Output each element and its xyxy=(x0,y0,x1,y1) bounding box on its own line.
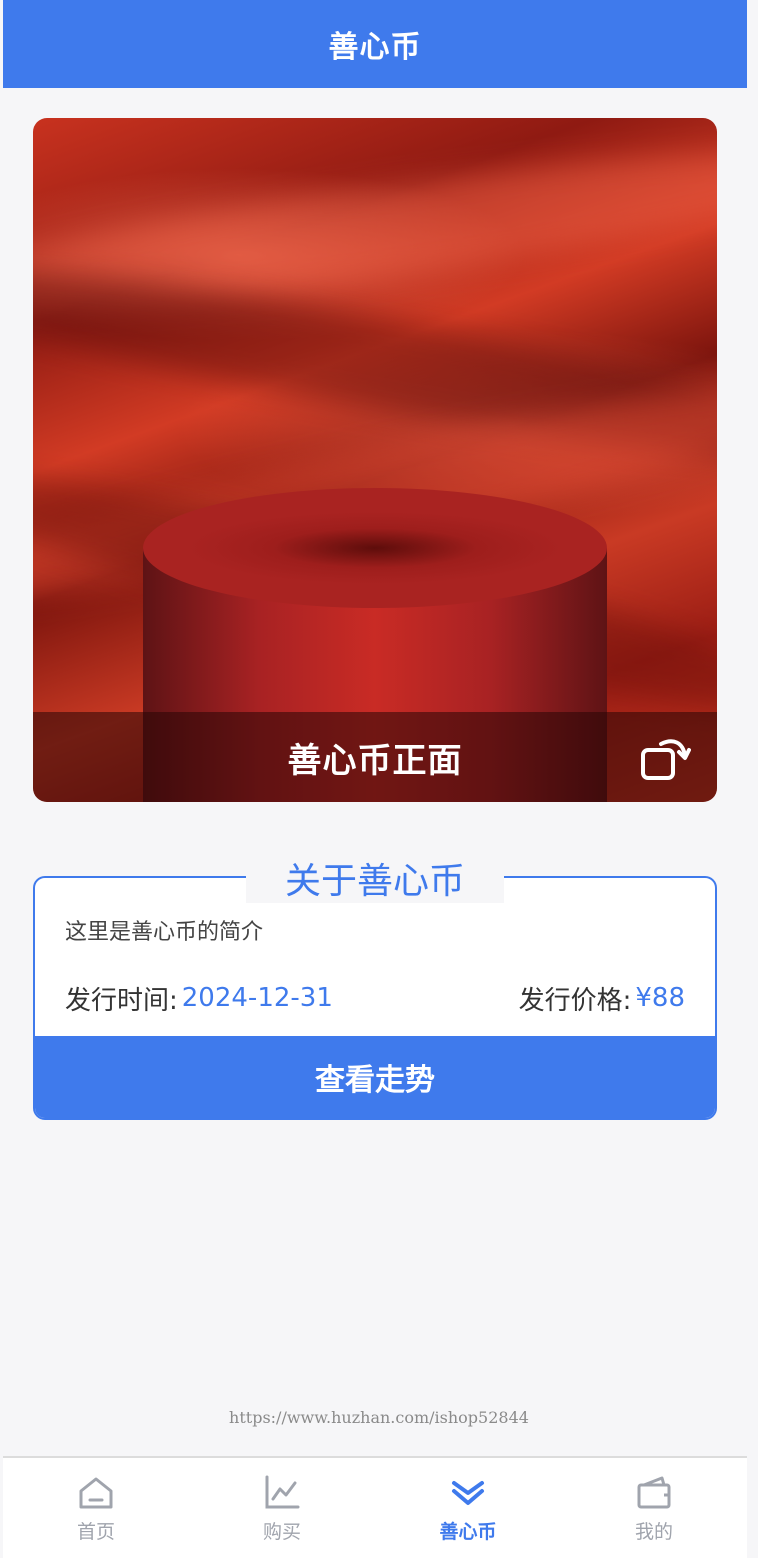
wallet-icon xyxy=(637,1476,671,1508)
issue-time-label: 发行时间: xyxy=(65,985,178,1016)
about-title-wrap: 关于善心币 xyxy=(246,853,504,903)
tab-mine[interactable]: 我的 xyxy=(561,1458,747,1558)
tab-home[interactable]: 首页 xyxy=(3,1458,189,1558)
podium-top xyxy=(143,488,607,608)
issue-info-row: 发行时间: 2024-12-31 发行价格: ¥88 xyxy=(65,978,685,1018)
watermark-url: https://www.huzhan.com/ishop52844 xyxy=(229,1408,529,1427)
tab-label: 善心币 xyxy=(439,1520,497,1543)
issue-price: 发行价格: ¥88 xyxy=(519,980,685,1017)
tab-label: 购买 xyxy=(262,1520,301,1543)
tab-buy[interactable]: 购买 xyxy=(189,1458,375,1558)
tab-label: 首页 xyxy=(76,1520,115,1543)
about-title: 关于善心币 xyxy=(278,852,472,904)
tab-label: 我的 xyxy=(634,1520,673,1543)
coin-image-card: 善心币正面 xyxy=(33,118,717,802)
issue-time: 发行时间: 2024-12-31 xyxy=(65,980,333,1017)
chart-icon xyxy=(265,1475,300,1508)
page-title: 善心币 xyxy=(328,30,422,65)
bottom-tabbar: 首页 购买 善心币 我的 xyxy=(3,1456,747,1558)
tab-coin[interactable]: 善心币 xyxy=(375,1458,561,1558)
issue-price-label: 发行价格: xyxy=(518,985,632,1016)
rotate-icon[interactable] xyxy=(637,730,691,784)
coin-caption-bar: 善心币正面 xyxy=(33,712,717,802)
coin-icon xyxy=(452,1480,484,1505)
issue-price-value: ¥88 xyxy=(635,983,685,1013)
about-card: 这里是善心币的简介 发行时间: 2024-12-31 发行价格: ¥88 查看走… xyxy=(33,876,717,1120)
coin-intro: 这里是善心币的简介 xyxy=(65,920,264,945)
home-icon xyxy=(79,1477,113,1508)
issue-time-value: 2024-12-31 xyxy=(181,983,333,1013)
top-header: 善心币 xyxy=(3,0,747,88)
view-trend-button[interactable]: 查看走势 xyxy=(35,1036,715,1118)
coin-caption: 善心币正面 xyxy=(287,740,463,781)
